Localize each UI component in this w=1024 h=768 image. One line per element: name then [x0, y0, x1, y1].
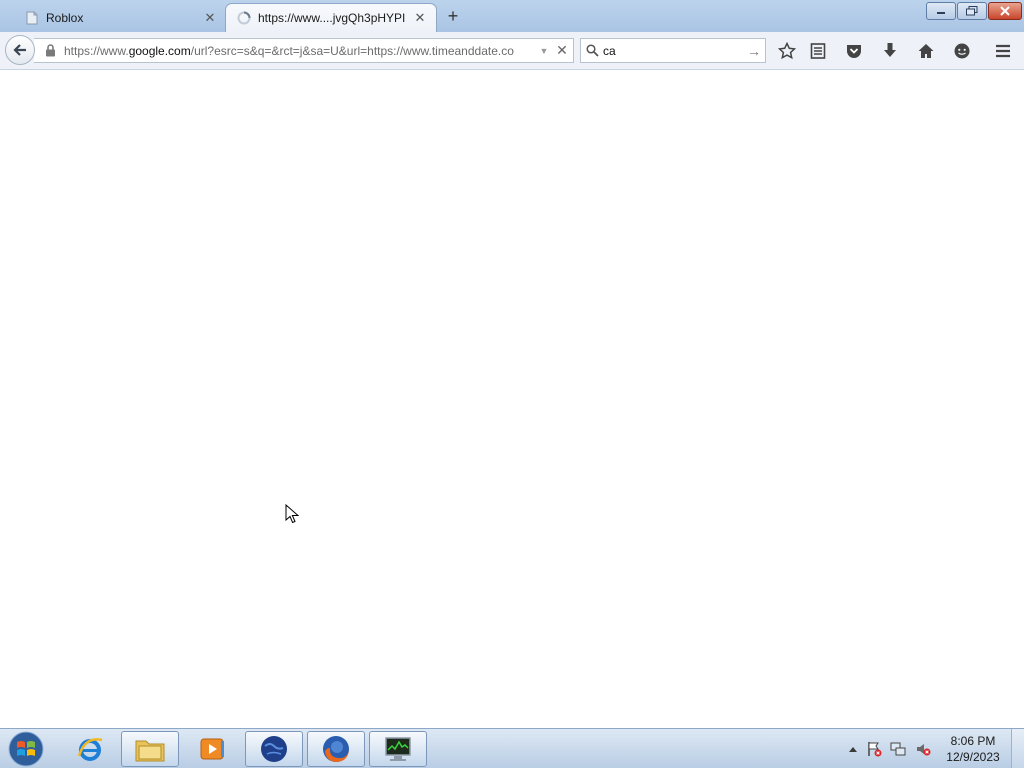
taskbar-internet-explorer[interactable] [61, 731, 119, 767]
task-monitor-icon [385, 737, 411, 761]
search-icon[interactable] [581, 44, 603, 57]
restore-button[interactable] [957, 2, 987, 20]
tab-close-icon[interactable]: ✕ [202, 10, 218, 26]
tab-roblox[interactable]: Roblox ✕ [14, 3, 226, 32]
menu-icon[interactable] [992, 40, 1014, 62]
tab-active-google-redirect[interactable]: https://www....jvgQh3pHYPI ✕ [225, 3, 437, 32]
loading-icon [236, 10, 252, 26]
taskbar-file-explorer[interactable] [121, 731, 179, 767]
network-icon[interactable] [890, 741, 906, 757]
media-player-icon [200, 738, 224, 760]
bookmark-star-icon[interactable] [776, 40, 798, 62]
close-window-button[interactable] [988, 2, 1022, 20]
back-arrow-icon [13, 44, 26, 56]
clock-time: 8:06 PM [950, 734, 996, 748]
clock-date: 12/9/2023 [946, 750, 1000, 764]
show-desktop-button[interactable] [1011, 729, 1024, 768]
page-icon [24, 10, 40, 26]
taskbar-firefox[interactable] [307, 731, 365, 767]
internet-explorer-icon [77, 738, 103, 761]
volume-muted-icon[interactable] [915, 741, 931, 757]
start-button[interactable] [6, 730, 46, 768]
search-input[interactable]: ca [603, 44, 743, 58]
taskbar: 8:06 PM 12/9/2023 [0, 728, 1024, 768]
action-center-flag-icon[interactable] [866, 741, 882, 757]
taskbar-media-player[interactable] [183, 731, 241, 767]
windows-logo-icon [8, 731, 44, 767]
file-explorer-icon [135, 740, 165, 762]
navigation-toolbar: https://www.google.com/url?esrc=s&q=&rct… [0, 32, 1024, 70]
mouse-cursor-icon [285, 503, 300, 529]
firefox-icon [323, 736, 349, 762]
minimize-button[interactable] [926, 2, 956, 20]
taskbar-clock[interactable]: 8:06 PM 12/9/2023 [938, 733, 1008, 765]
back-button[interactable] [5, 35, 35, 65]
reading-list-icon[interactable] [807, 40, 829, 62]
taskbar-browser-globe[interactable] [245, 731, 303, 767]
search-go-icon[interactable]: → [743, 43, 765, 59]
downloads-icon[interactable] [879, 40, 901, 62]
stop-loading-icon[interactable]: ✕ [551, 42, 573, 59]
url-bar[interactable]: https://www.google.com/url?esrc=s&q=&rct… [34, 38, 574, 63]
tab-close-icon[interactable]: ✕ [412, 10, 428, 26]
url-prefix: https://www. [64, 43, 129, 58]
show-hidden-icons-arrow[interactable] [845, 741, 861, 757]
close-icon [1000, 6, 1010, 16]
pocket-icon[interactable] [843, 40, 865, 62]
taskbar-task-monitor[interactable] [369, 731, 427, 767]
browser-titlebar: Roblox ✕ https://www....jvgQh3pHYPI ✕ + [0, 0, 1024, 32]
browser-globe-icon [261, 736, 287, 762]
restore-icon [966, 6, 978, 16]
lock-icon[interactable] [40, 44, 60, 57]
url-host: google.com [128, 43, 191, 58]
screen: Roblox ✕ https://www....jvgQh3pHYPI ✕ + … [0, 0, 1024, 768]
url-text[interactable]: https://www.google.com/url?esrc=s&q=&rct… [60, 44, 537, 58]
search-bar[interactable]: ca → [580, 38, 766, 63]
new-tab-button[interactable]: + [443, 6, 463, 26]
tab-label: Roblox [46, 10, 84, 25]
minimize-icon [937, 12, 945, 14]
url-path: /url?esrc=s&q=&rct=j&sa=U&url=https://ww… [190, 43, 514, 58]
hello-icon[interactable] [951, 40, 973, 62]
tab-label: https://www....jvgQh3pHYPI [258, 11, 406, 25]
url-history-dropdown-icon[interactable]: ▼ [537, 46, 551, 56]
home-icon[interactable] [915, 40, 937, 62]
page-content-blank[interactable] [0, 71, 1024, 728]
